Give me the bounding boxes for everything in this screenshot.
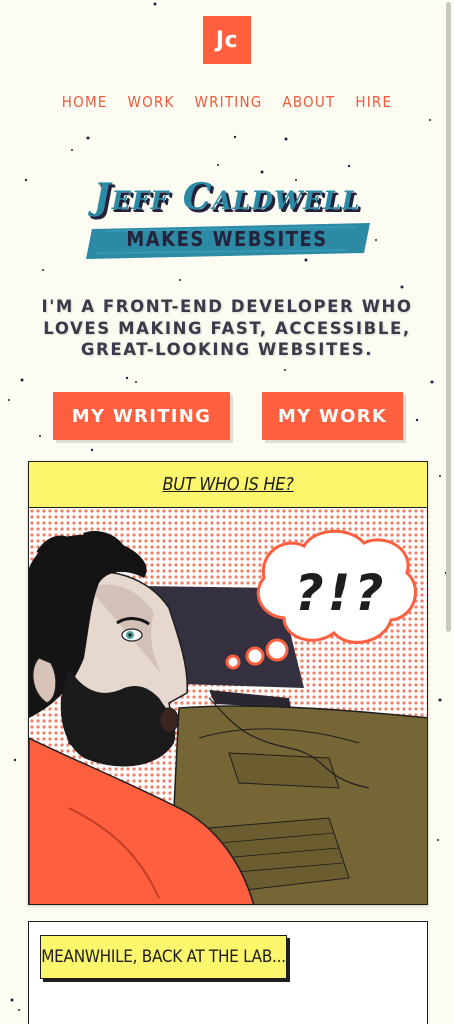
nav-item-writing[interactable]: WRITING — [195, 93, 263, 111]
thought-dot-small — [225, 654, 241, 670]
thought-bubble-text: ?!? — [295, 564, 388, 622]
main-nav: HOME WORK WRITING ABOUT HIRE — [0, 93, 454, 111]
nav-item-work[interactable]: WORK — [128, 93, 175, 111]
hero-name: Jeff Caldwell — [93, 176, 361, 218]
logo-text: Jc — [215, 27, 239, 53]
comic-panel-who-is-he: BUT WHO IS HE? ?!? — [28, 461, 428, 905]
nav-item-about[interactable]: ABOUT — [282, 93, 335, 111]
nav-item-home[interactable]: HOME — [62, 93, 108, 111]
comic-caption-box-2: MEANWHILE, BACK AT THE LAB... — [40, 935, 287, 979]
nav-item-hire[interactable]: HIRE — [355, 93, 392, 111]
comic-panel-meanwhile: MEANWHILE, BACK AT THE LAB... — [28, 921, 428, 1024]
hero-tagline: I'M A FRONT-END DEVELOPER WHO LOVES MAKI… — [41, 297, 413, 359]
thought-dot-medium — [245, 646, 265, 666]
comic-caption-text: BUT WHO IS HE? — [162, 474, 294, 495]
hero-subtitle: MAKES WEBSITES — [126, 227, 328, 251]
my-work-button[interactable]: MY WORK — [262, 392, 403, 440]
comic-caption-box: BUT WHO IS HE? — [29, 462, 427, 508]
comic-caption-text-2: MEANWHILE, BACK AT THE LAB... — [41, 947, 286, 967]
my-writing-button[interactable]: MY WRITING — [53, 392, 230, 440]
comic-illustration: ?!? — [29, 508, 427, 904]
site-logo[interactable]: Jc — [203, 16, 251, 64]
thought-dot-large — [265, 638, 289, 662]
